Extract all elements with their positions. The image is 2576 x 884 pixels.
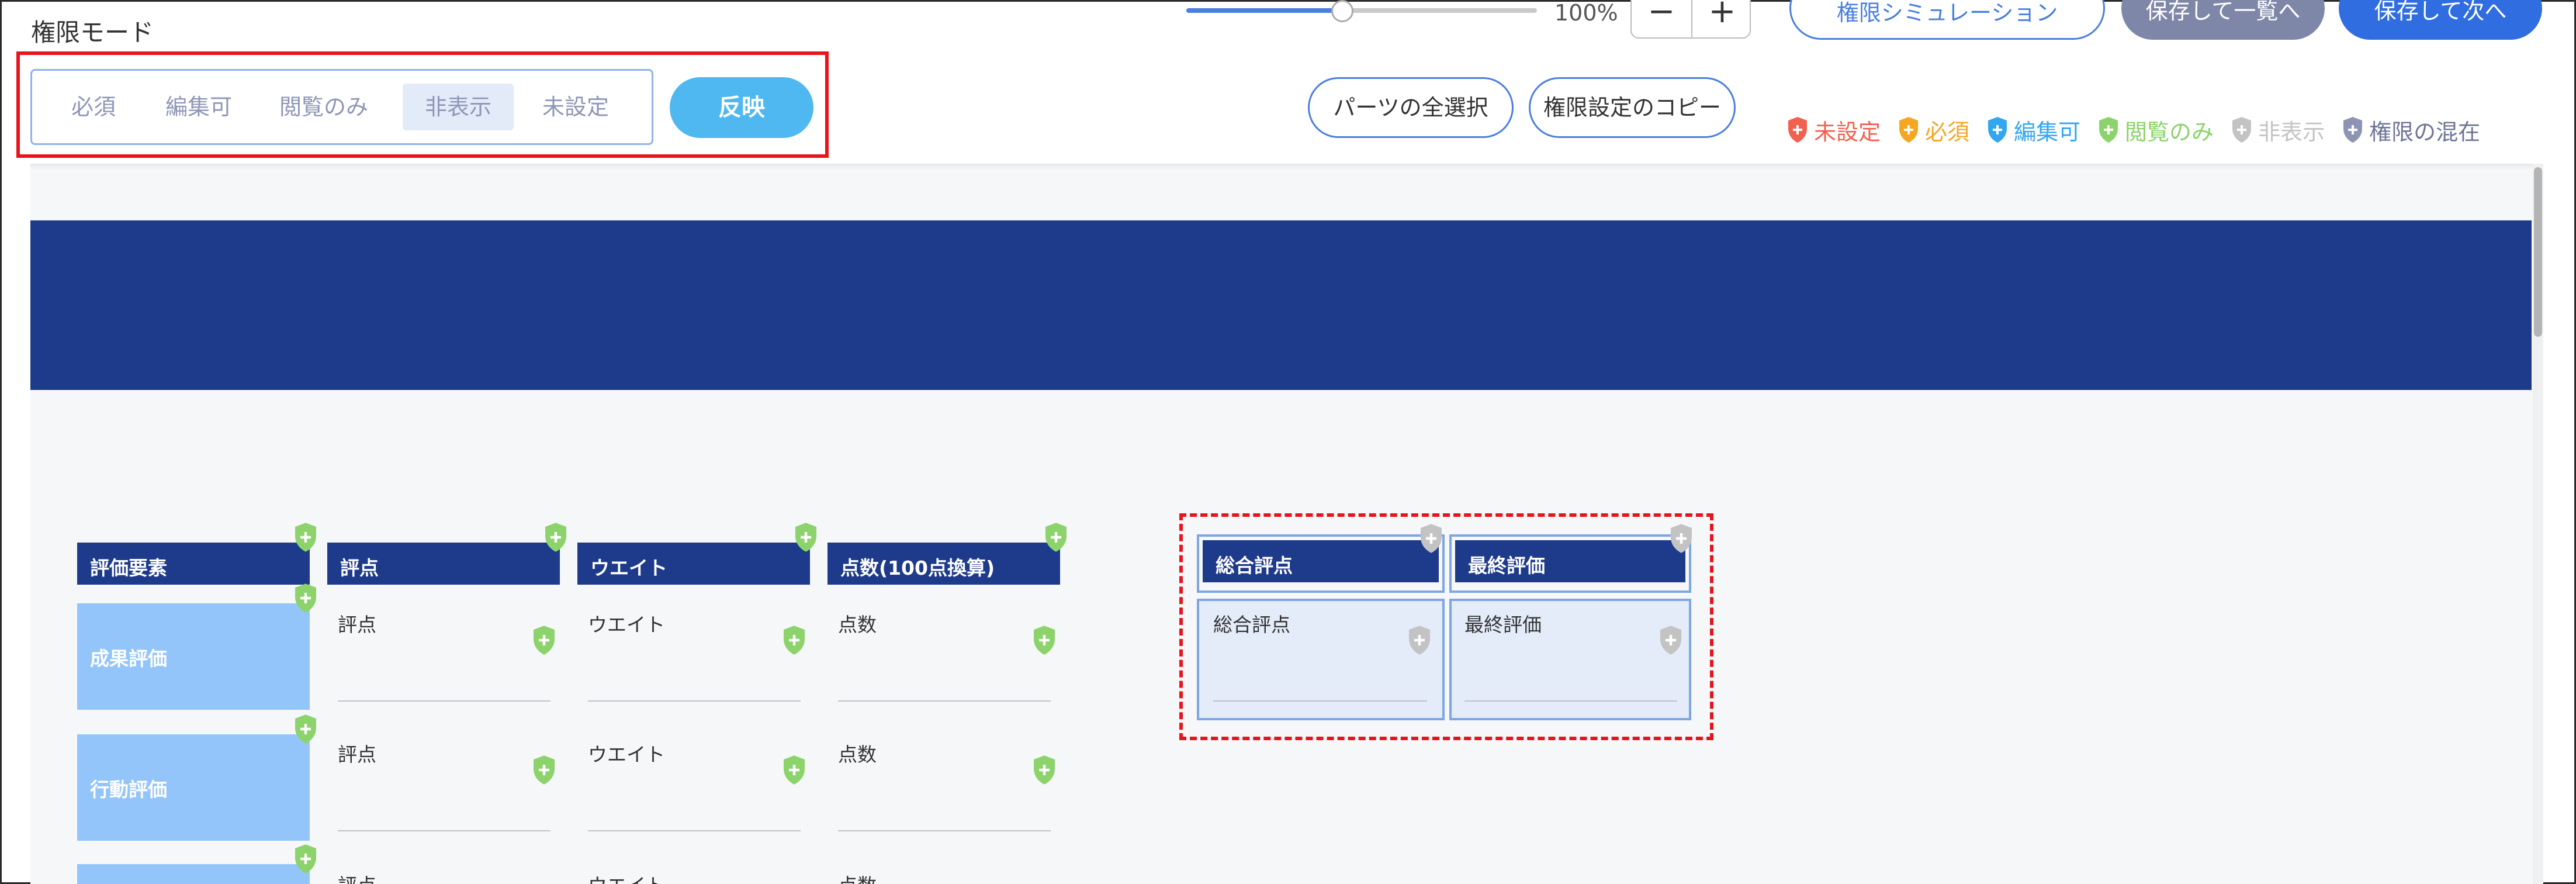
shield-icon xyxy=(534,755,555,785)
header-total-score[interactable]: 総合評点 xyxy=(1203,540,1439,582)
legend-item-mixed: 権限の混在 xyxy=(2341,114,2480,146)
row-label[interactable] xyxy=(77,864,310,884)
legend-label: 必須 xyxy=(1925,119,1970,145)
field-label: 総合評点 xyxy=(1213,613,1290,636)
field-label: ウエイト xyxy=(588,743,665,766)
shield-icon xyxy=(795,523,816,552)
shield-icon xyxy=(1988,117,2007,143)
zoom-slider-handle[interactable] xyxy=(1331,0,1353,22)
header-weight[interactable]: ウエイト xyxy=(577,543,810,585)
shield-icon xyxy=(1034,626,1055,655)
legend-label: 非表示 xyxy=(2258,119,2325,145)
zoom-slider-fill xyxy=(1186,8,1344,13)
legend-label: 編集可 xyxy=(2014,119,2081,145)
apply-button[interactable]: 反映 xyxy=(670,77,813,138)
zoom-buttons: − + xyxy=(1630,0,1751,39)
legend-item-hidden: 非表示 xyxy=(2230,114,2325,146)
mode-option-hidden[interactable]: 非表示 xyxy=(403,84,514,130)
field-label: ウエイト xyxy=(588,870,665,884)
shield-icon xyxy=(545,523,566,552)
mode-option-readonly[interactable]: 閲覧のみ xyxy=(268,84,379,130)
field-label: 点数 xyxy=(838,743,877,766)
field-label: 点数 xyxy=(838,870,877,884)
form-banner[interactable] xyxy=(30,220,2532,390)
row-label-behavior[interactable]: 行動評価 xyxy=(77,734,310,841)
field-label: 点数 xyxy=(838,613,877,636)
shield-icon xyxy=(1899,117,1919,143)
shield-icon xyxy=(2099,117,2118,143)
points-input[interactable] xyxy=(838,830,1051,831)
row-label-outcome[interactable]: 成果評価 xyxy=(77,603,310,710)
page-title: 権限モード xyxy=(31,18,154,47)
score-input[interactable] xyxy=(338,830,550,831)
copy-permission-button[interactable]: 権限設定のコピー xyxy=(1529,77,1736,138)
total-score-input[interactable] xyxy=(1213,700,1427,702)
permission-mode-selector: 必須 編集可 閲覧のみ 非表示 未設定 xyxy=(30,69,653,145)
mode-option-editable[interactable]: 編集可 xyxy=(149,84,248,130)
field-label: ウエイト xyxy=(588,613,665,636)
header-final-rating[interactable]: 最終評価 xyxy=(1455,540,1685,582)
save-and-next-button[interactable]: 保存して次へ xyxy=(2339,0,2542,40)
legend-label: 未設定 xyxy=(1814,119,1881,145)
shield-icon xyxy=(1421,524,1442,553)
zoom-out-button[interactable]: − xyxy=(1632,0,1691,39)
header-eval-element[interactable]: 評価要素 xyxy=(77,543,310,585)
legend-label: 閲覧のみ xyxy=(2125,119,2214,145)
shield-icon xyxy=(784,755,805,785)
save-and-list-button[interactable]: 保存して一覧へ xyxy=(2121,0,2325,40)
canvas-scroll-thumb[interactable] xyxy=(2534,167,2542,337)
weight-input[interactable] xyxy=(588,830,801,831)
field-label: 評点 xyxy=(338,743,376,766)
shield-icon xyxy=(1671,524,1692,553)
score-input[interactable] xyxy=(338,700,550,702)
header-points[interactable]: 点数(100点換算) xyxy=(827,543,1060,585)
shield-icon xyxy=(534,626,555,655)
permission-simulation-button[interactable]: 権限シミュレーション xyxy=(1789,0,2105,40)
shield-icon xyxy=(2343,117,2363,143)
permission-legend: 未設定 必須 編集可 閲覧のみ 非表示 権限の混在 xyxy=(1786,112,2480,147)
field-label: 評点 xyxy=(338,870,376,884)
field-label: 評点 xyxy=(338,613,376,636)
shield-icon xyxy=(784,626,805,655)
shield-icon xyxy=(1660,626,1681,655)
legend-item-editable: 編集可 xyxy=(1986,114,2080,146)
mode-option-unset[interactable]: 未設定 xyxy=(523,84,628,130)
shield-icon xyxy=(295,714,316,744)
legend-label: 権限の混在 xyxy=(2369,119,2481,145)
shield-icon xyxy=(295,583,316,613)
legend-item-readonly: 閲覧のみ xyxy=(2097,114,2214,146)
final-rating-input[interactable] xyxy=(1464,700,1677,702)
canvas-shadow xyxy=(30,164,2536,170)
shield-icon xyxy=(2232,117,2252,143)
field-label: 最終評価 xyxy=(1464,613,1542,636)
points-input[interactable] xyxy=(838,700,1051,702)
header-score[interactable]: 評点 xyxy=(327,543,560,585)
mode-option-required[interactable]: 必須 xyxy=(50,84,137,130)
shield-icon xyxy=(1045,523,1067,552)
shield-icon xyxy=(1788,117,1807,143)
shield-icon xyxy=(1409,626,1430,655)
legend-item-required: 必須 xyxy=(1897,114,1969,146)
shield-icon xyxy=(295,844,316,873)
shield-icon xyxy=(295,523,316,552)
legend-item-unset: 未設定 xyxy=(1786,114,1881,146)
select-all-parts-button[interactable]: パーツの全選択 xyxy=(1308,77,1514,138)
shield-icon xyxy=(1034,755,1055,785)
weight-input[interactable] xyxy=(588,700,801,702)
zoom-in-button[interactable]: + xyxy=(1692,0,1752,39)
zoom-level: 100% xyxy=(1554,0,1618,26)
